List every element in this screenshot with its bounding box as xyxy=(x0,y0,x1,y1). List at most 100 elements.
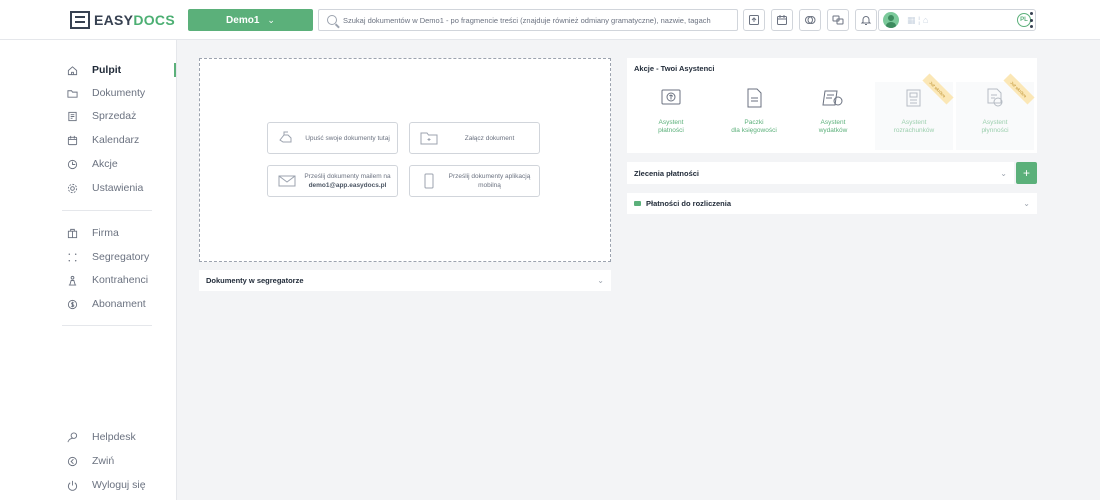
binders-panel-title: Dokumenty w segregatorze xyxy=(206,276,304,285)
workspace-label: Demo1 xyxy=(226,14,260,26)
attach-document-button[interactable]: Załącz dokument xyxy=(409,122,540,154)
sidebar-item-label: Segregatory xyxy=(92,251,150,263)
tile-label-line1: Paczki xyxy=(744,119,764,126)
payment-orders-panel-header[interactable]: Zlecenia płatności ⌄ xyxy=(627,162,1014,184)
send-by-email-button[interactable]: Prześlij dokumenty mailem na demo1@app.ea… xyxy=(267,165,398,197)
sidebar-item-label: Akcje xyxy=(92,158,118,170)
building-icon xyxy=(66,227,78,239)
clock-icon xyxy=(66,158,78,170)
tile-label-line2: wydatków xyxy=(818,127,848,134)
sidebar-item-wyloguj[interactable]: Wyloguj się xyxy=(66,477,176,493)
logo-text-prefix: EASY xyxy=(94,12,134,28)
send-by-email-label: Prześlij dokumenty mailem na xyxy=(304,173,391,180)
send-by-mobile-label: Prześlij dokumenty aplikacją mobilną xyxy=(448,173,531,189)
sidebar-item-kalendarz[interactable]: Kalendarz xyxy=(66,132,176,148)
logo-text-accent: DOCS xyxy=(133,12,175,28)
assistants-panel: Akcje - Twoi Asystenci Asystent płatności… xyxy=(627,58,1037,153)
sidebar-item-firma[interactable]: Firma xyxy=(66,225,176,241)
sidebar-item-dokumenty[interactable]: Dokumenty xyxy=(66,85,176,101)
hand-drop-icon xyxy=(279,131,292,143)
sidebar-item-kontrahenci[interactable]: Kontrahenci xyxy=(66,272,176,288)
sidebar-item-label: Ustawienia xyxy=(92,182,144,194)
tile-label-line1: Asystent xyxy=(820,119,846,126)
upload-email-address: demo1@app.easydocs.pl xyxy=(308,182,387,189)
coming-soon-ribbon: Już wkrótce xyxy=(1003,73,1035,105)
search-icon xyxy=(327,15,337,25)
sidebar-item-segregatory[interactable]: Segregatory xyxy=(66,249,176,265)
tile-label-line2: płatności xyxy=(658,127,684,134)
upload-doc-icon[interactable] xyxy=(743,9,765,31)
collapse-icon xyxy=(66,455,78,467)
power-icon xyxy=(66,479,78,491)
home-icon xyxy=(66,64,78,76)
chevron-down-icon: ⌄ xyxy=(1023,199,1030,208)
sidebar-item-label: Wyloguj się xyxy=(92,479,146,491)
phone-icon xyxy=(424,173,434,189)
sidebar-item-akcje[interactable]: Akcje xyxy=(66,156,176,172)
sidebar-item-label: Helpdesk xyxy=(92,431,136,443)
upload-dropzone[interactable]: Upuść swoje dokumenty tutaj Załącz dokum… xyxy=(199,58,611,262)
liquidity-assistant-tile: Już wkrótce Asystent płynności xyxy=(956,73,1035,150)
sidebar-item-zwin[interactable]: Zwiń xyxy=(66,453,176,469)
chevron-down-icon: ⌄ xyxy=(267,14,275,25)
sidebar-item-label: Zwiń xyxy=(92,455,115,467)
package-icon xyxy=(747,88,762,108)
send-by-mobile-button[interactable]: Prześlij dokumenty aplikacją mobilną xyxy=(409,165,540,197)
payment-assistant-tile[interactable]: Asystent płatności xyxy=(632,82,710,150)
sidebar-item-pulpit[interactable]: Pulpit xyxy=(66,62,176,78)
settlements-assistant-tile: Już wkrótce Asystent rozrachunków xyxy=(875,73,954,150)
helpdesk-icon xyxy=(66,431,78,443)
sidebar-item-label: Dokumenty xyxy=(92,87,146,99)
coin-icon xyxy=(66,298,78,310)
folder-plus-icon xyxy=(420,132,438,145)
settlements-panel-header[interactable]: Płatności do rozliczenia ⌄ xyxy=(627,193,1037,214)
package-tile[interactable]: Paczki dla księgowości xyxy=(715,82,793,150)
tile-label-line2: dla księgowości xyxy=(731,127,777,134)
sidebar-item-label: Abonament xyxy=(92,298,146,310)
payment-assistant-icon xyxy=(661,89,681,105)
payment-orders-title: Zlecenia płatności xyxy=(634,168,700,178)
mail-icon xyxy=(278,175,296,187)
expenses-assistant-tile[interactable]: Asystent wydatków xyxy=(794,82,872,150)
tile-label-line2: płynności xyxy=(981,127,1009,134)
logo-icon xyxy=(70,11,90,29)
logo[interactable]: EASYDOCS xyxy=(70,9,175,31)
top-header: EASYDOCS Demo1 ⌄ ▦ ¦ ⌂ PL xyxy=(0,0,1100,40)
more-options-icon[interactable] xyxy=(1028,12,1034,28)
user-company-info: ▦ ¦ ⌂ xyxy=(907,14,929,25)
user-menu[interactable]: ▦ ¦ ⌂ PL xyxy=(878,9,1036,31)
sidebar: Pulpit Dokumenty Sprzedaż Kalendarz Akcj… xyxy=(0,40,177,500)
expenses-assistant-icon xyxy=(822,90,843,106)
chevron-down-icon: ⌄ xyxy=(1000,168,1007,178)
settlements-title: Płatności do rozliczenia xyxy=(646,199,732,208)
drop-documents-button[interactable]: Upuść swoje dokumenty tutaj xyxy=(267,122,398,154)
add-payment-order-button[interactable]: + xyxy=(1016,162,1037,184)
wallet-icon xyxy=(634,201,641,206)
search-bar[interactable] xyxy=(318,9,738,31)
chat-icon[interactable] xyxy=(827,9,849,31)
invoice-icon xyxy=(66,110,78,122)
workspace-select-button[interactable]: Demo1 ⌄ xyxy=(188,9,313,31)
bell-icon[interactable] xyxy=(855,9,877,31)
attach-document-label: Załącz dokument xyxy=(464,134,515,142)
sidebar-item-label: Firma xyxy=(92,227,119,239)
coming-soon-ribbon: Już wkrótce xyxy=(922,73,954,105)
sidebar-item-abonament[interactable]: Abonament xyxy=(66,296,176,312)
sidebar-divider xyxy=(62,210,152,211)
search-input[interactable] xyxy=(343,15,733,25)
sidebar-item-sprzedaz[interactable]: Sprzedaż xyxy=(66,108,176,124)
avatar[interactable] xyxy=(883,12,899,28)
tile-label-line1: Asystent xyxy=(901,119,927,126)
sidebar-item-label: Sprzedaż xyxy=(92,110,137,122)
drop-documents-label: Upuść swoje dokumenty tutaj xyxy=(305,134,390,142)
binders-panel-header[interactable]: Dokumenty w segregatorze ⌄ xyxy=(199,270,611,291)
chevron-down-icon: ⌄ xyxy=(597,276,604,285)
sidebar-divider xyxy=(62,325,152,326)
calendar-icon[interactable] xyxy=(771,9,793,31)
calendar-icon xyxy=(66,134,78,146)
currency-icon[interactable] xyxy=(799,9,821,31)
sidebar-item-helpdesk[interactable]: Helpdesk xyxy=(66,429,176,445)
sidebar-item-label: Pulpit xyxy=(92,64,122,76)
sidebar-item-label: Kalendarz xyxy=(92,134,140,146)
sidebar-item-ustawienia[interactable]: Ustawienia xyxy=(66,180,176,196)
